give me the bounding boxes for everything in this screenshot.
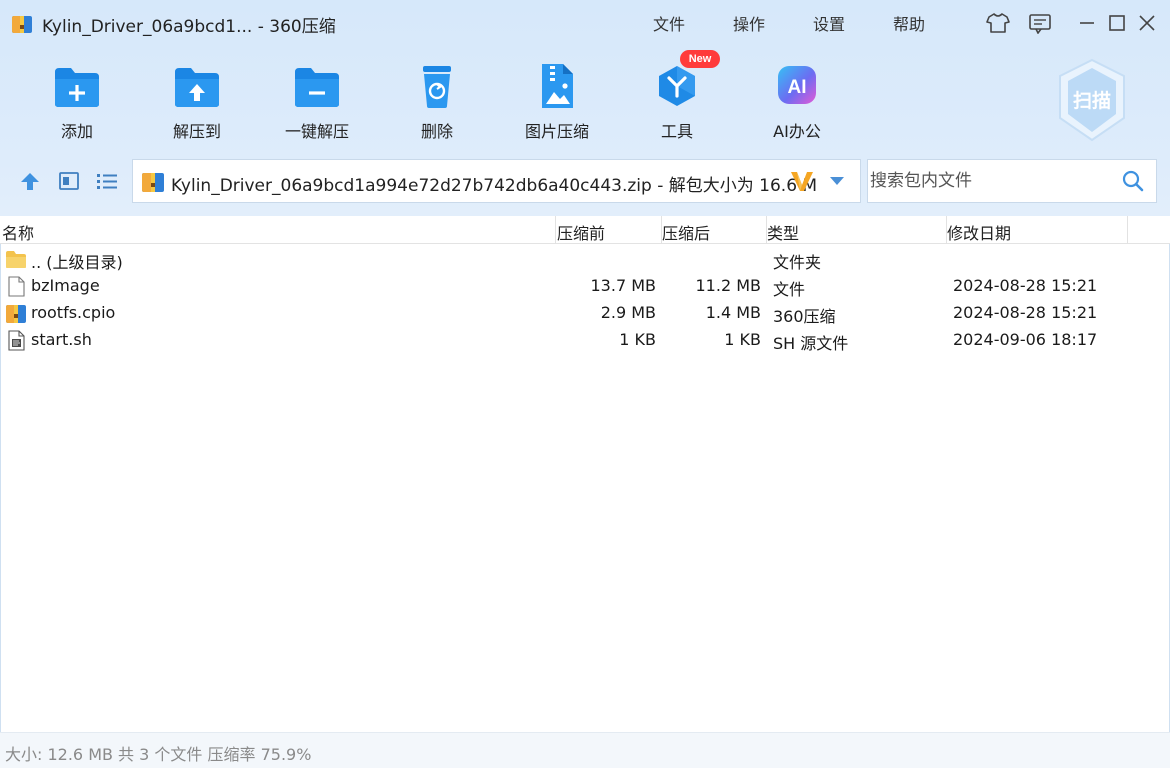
up-arrow-icon (21, 173, 39, 190)
file-type: 文件夹 (773, 253, 822, 272)
toolbar-tools-label: 工具 (660, 122, 693, 141)
left-border (0, 244, 1, 732)
file-date: 2024-08-28 15:21 (953, 276, 1098, 295)
title-bar[interactable]: Kylin_Driver_06a9bcd1... - 360压缩 文件 操作 设… (0, 0, 1170, 46)
menu-file[interactable]: 文件 (653, 11, 685, 35)
zip-archive-icon (142, 173, 164, 192)
image-compress-icon (542, 64, 573, 108)
toolbar-extract-to-label: 解压到 (172, 122, 221, 141)
file-name: bzImage (31, 276, 100, 295)
toolbar-delete-button[interactable]: 删除 (387, 58, 487, 142)
toolbar-add-button[interactable]: 添加 (27, 58, 127, 142)
file-size-after: 1 KB (724, 330, 761, 349)
vip-v-icon[interactable] (789, 168, 815, 194)
trash-icon (423, 66, 451, 108)
maximize-icon (1109, 15, 1125, 31)
menu-help[interactable]: 帮助 (893, 11, 925, 35)
file-name: rootfs.cpio (31, 303, 116, 322)
file-size-before: 2.9 MB (600, 303, 656, 322)
file-size-before: 1 KB (619, 330, 656, 349)
list-header: 名称 压缩前 压缩后 类型 修改日期 (0, 216, 1170, 244)
shirt-icon (986, 13, 1010, 33)
archive-path: Kylin_Driver_06a9bcd1a994e72d27b742db6a4… (171, 176, 818, 196)
script-file-icon (8, 330, 25, 351)
list-view-icon (97, 174, 117, 189)
status-text: 大小: 12.6 MB 共 3 个文件 压缩率 75.9% (5, 745, 312, 764)
folder-icon (6, 251, 26, 268)
skin-button[interactable] (985, 10, 1011, 36)
search-input[interactable] (868, 160, 1118, 202)
close-icon (1139, 15, 1155, 31)
minimize-icon (1080, 22, 1094, 24)
address-bar[interactable]: Kylin_Driver_06a9bcd1a994e72d27b742db6a4… (132, 159, 861, 203)
feedback-button[interactable] (1027, 10, 1053, 36)
view-list-button[interactable] (94, 168, 120, 194)
file-date: 2024-09-06 18:17 (953, 330, 1098, 349)
table-row[interactable]: bzImage 13.7 MB 11.2 MB 文件 2024-08-28 15… (0, 273, 1170, 300)
thumbnail-view-icon (59, 172, 79, 190)
toolbar-image-compress-label: 图片压缩 (524, 122, 589, 141)
toolbar-delete-label: 删除 (420, 122, 453, 141)
maximize-button[interactable] (1104, 10, 1130, 36)
column-after-size[interactable]: 压缩后 (662, 220, 710, 244)
toolbar-one-click-extract-label: 一键解压 (284, 122, 349, 141)
file-size-before: 13.7 MB (590, 276, 657, 295)
top-bar: Kylin_Driver_06a9bcd1... - 360压缩 文件 操作 设… (0, 0, 1170, 216)
window-title: Kylin_Driver_06a9bcd1... - 360压缩 (42, 17, 336, 37)
file-type: 文件 (773, 280, 806, 299)
archive-icon (6, 305, 26, 323)
column-type[interactable]: 类型 (767, 220, 799, 244)
add-folder-icon (55, 68, 99, 107)
file-type: 360压缩 (773, 307, 836, 326)
file-size-after: 1.4 MB (705, 303, 761, 322)
ai-office-icon: AI (778, 66, 816, 104)
scan-button[interactable]: 扫描 (1052, 56, 1132, 144)
message-icon (1029, 14, 1051, 34)
one-click-extract-icon (295, 68, 339, 107)
file-icon (8, 276, 25, 297)
view-thumbnail-button[interactable] (56, 168, 82, 194)
toolbar-extract-to-button[interactable]: 解压到 (147, 58, 247, 142)
toolbar-one-click-extract-button[interactable]: 一键解压 (267, 58, 367, 142)
toolbar-ai-office-button[interactable]: AI AI办公 (747, 58, 847, 142)
status-bar: 大小: 12.6 MB 共 3 个文件 压缩率 75.9% (0, 732, 1170, 768)
toolbar-image-compress-button[interactable]: 图片压缩 (507, 58, 607, 142)
go-up-button[interactable] (17, 168, 43, 194)
column-divider[interactable] (555, 216, 556, 244)
menu-settings[interactable]: 设置 (813, 11, 845, 35)
toolbar-tools-button[interactable]: 工具 (627, 58, 727, 142)
column-modified[interactable]: 修改日期 (947, 220, 1011, 244)
app-archive-icon (12, 16, 32, 33)
toolbar-ai-office-label: AI办公 (773, 122, 821, 141)
column-divider[interactable] (1127, 216, 1128, 244)
table-row[interactable]: rootfs.cpio 2.9 MB 1.4 MB 360压缩 2024-08-… (0, 300, 1170, 327)
scan-label: 扫描 (1072, 90, 1111, 112)
file-type: SH 源文件 (773, 334, 849, 353)
toolbar-add-label: 添加 (60, 122, 93, 141)
file-name: start.sh (31, 330, 92, 349)
menu-operation[interactable]: 操作 (733, 11, 765, 35)
column-name[interactable]: 名称 (2, 220, 34, 244)
table-row[interactable]: .. (上级目录) 文件夹 (0, 246, 1170, 273)
file-date: 2024-08-28 15:21 (953, 303, 1098, 322)
file-size-after: 11.2 MB (695, 276, 762, 295)
search-icon[interactable] (1122, 170, 1144, 192)
close-button[interactable] (1134, 10, 1160, 36)
minimize-button[interactable] (1074, 10, 1100, 36)
chevron-down-icon[interactable] (829, 176, 845, 186)
svg-text:AI: AI (788, 77, 807, 98)
table-row[interactable]: start.sh 1 KB 1 KB SH 源文件 2024-09-06 18:… (0, 327, 1170, 354)
column-before-size[interactable]: 压缩前 (557, 220, 605, 244)
search-box[interactable] (867, 159, 1157, 203)
extract-to-icon (175, 68, 219, 107)
new-badge: New (680, 50, 720, 68)
file-name: .. (上级目录) (31, 253, 123, 272)
tools-icon (659, 66, 695, 106)
